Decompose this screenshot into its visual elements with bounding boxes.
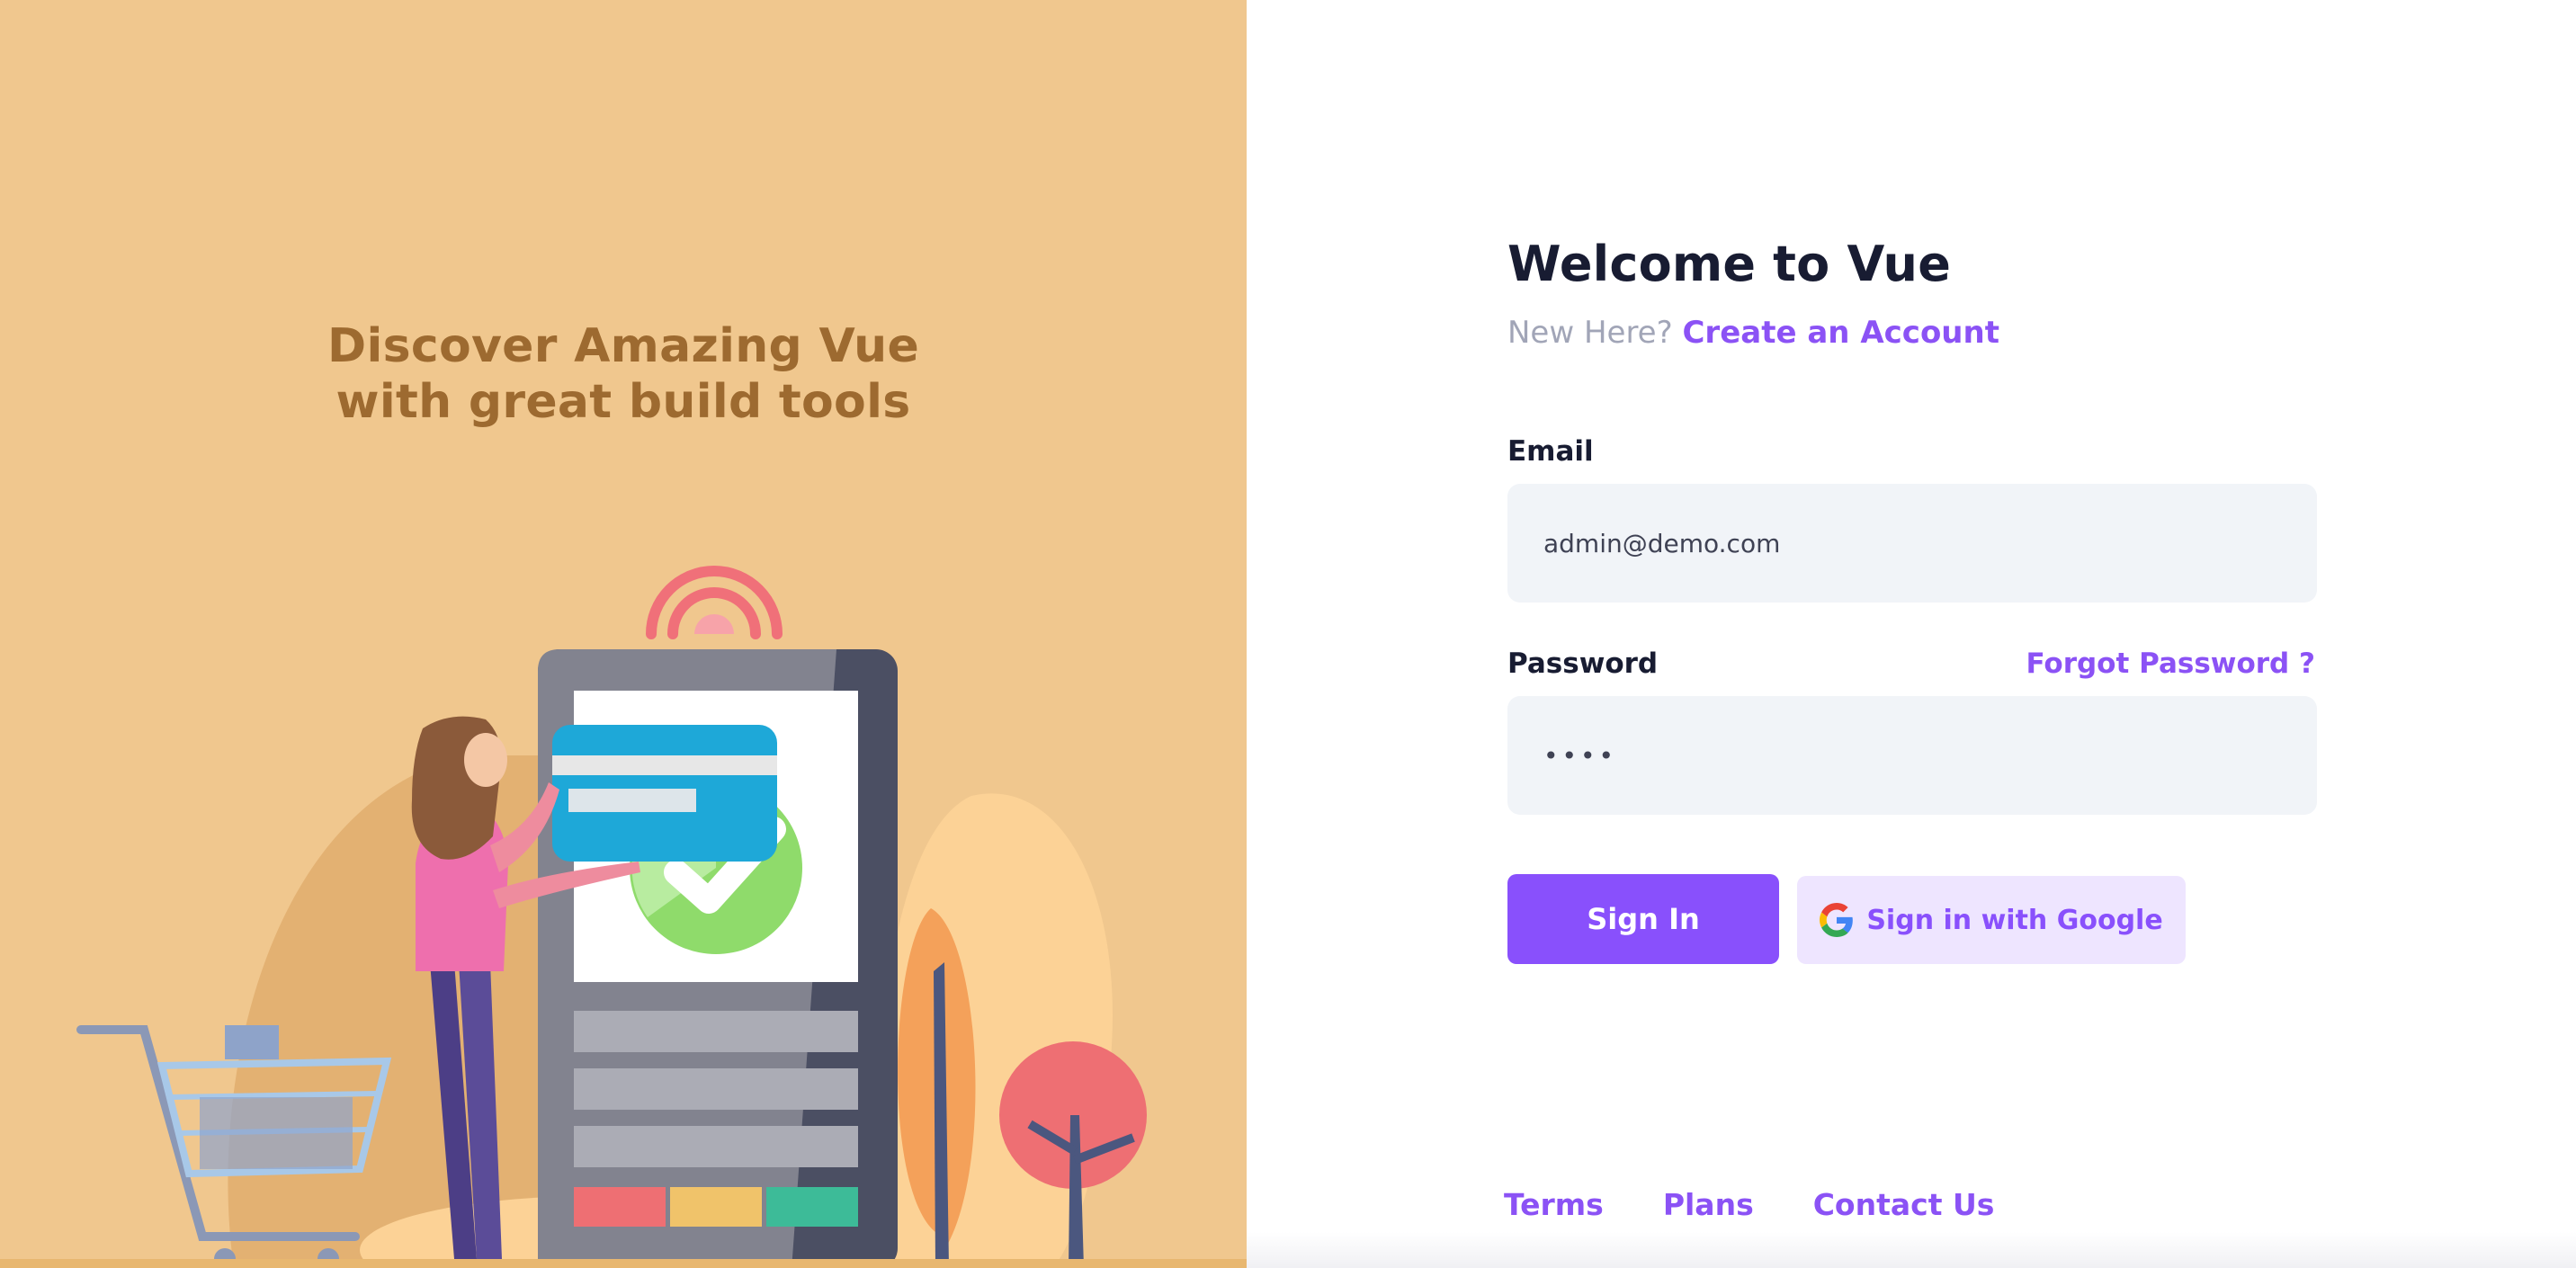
new-here-text: New Here? [1507, 315, 1673, 351]
aside-title-line1: Discover Amazing Vue [326, 319, 920, 373]
bottom-shade [1247, 1232, 2576, 1268]
password-label: Password [1507, 647, 1659, 680]
page-title: Welcome to Vue [1507, 236, 1952, 292]
cart-box [200, 1097, 353, 1169]
aside-illustration [0, 566, 1247, 1268]
card-chip [568, 789, 696, 812]
email-label: Email [1507, 435, 1594, 468]
footer-link-plans[interactable]: Plans [1663, 1187, 1754, 1222]
wifi-dot [694, 614, 734, 634]
keypad-row [574, 1068, 858, 1110]
key-green [766, 1187, 858, 1227]
key-red [574, 1187, 666, 1227]
footer-link-contact[interactable]: Contact Us [1813, 1187, 1995, 1222]
sign-in-button[interactable]: Sign In [1507, 874, 1779, 964]
keypad-row [574, 1126, 858, 1167]
footer-link-terms[interactable]: Terms [1504, 1187, 1604, 1222]
aside-panel: Discover Amazing Vue with great build to… [0, 0, 1247, 1268]
google-sign-in-button[interactable]: Sign in with Google [1797, 876, 2186, 964]
signin-panel: Welcome to Vue New Here? Create an Accou… [1247, 0, 2576, 1268]
cart-box [225, 1025, 279, 1059]
password-field[interactable] [1507, 696, 2317, 815]
key-yellow [670, 1187, 762, 1227]
card-stripe [552, 755, 777, 775]
google-logo-icon [1820, 903, 1854, 937]
ground-strip [0, 1259, 1247, 1268]
email-field[interactable] [1507, 484, 2317, 603]
aside-title-line2: with great build tools [335, 375, 911, 429]
forgot-password-link[interactable]: Forgot Password ? [2026, 647, 2315, 680]
footer-links: Terms Plans Contact Us [1504, 1187, 1994, 1222]
google-sign-in-label: Sign in with Google [1866, 904, 2163, 936]
signup-prompt: New Here? Create an Account [1507, 315, 1999, 351]
create-account-link[interactable]: Create an Account [1682, 315, 1999, 351]
keypad-row [574, 1011, 858, 1052]
aside-title: Discover Amazing Vue with great build to… [0, 318, 1247, 430]
